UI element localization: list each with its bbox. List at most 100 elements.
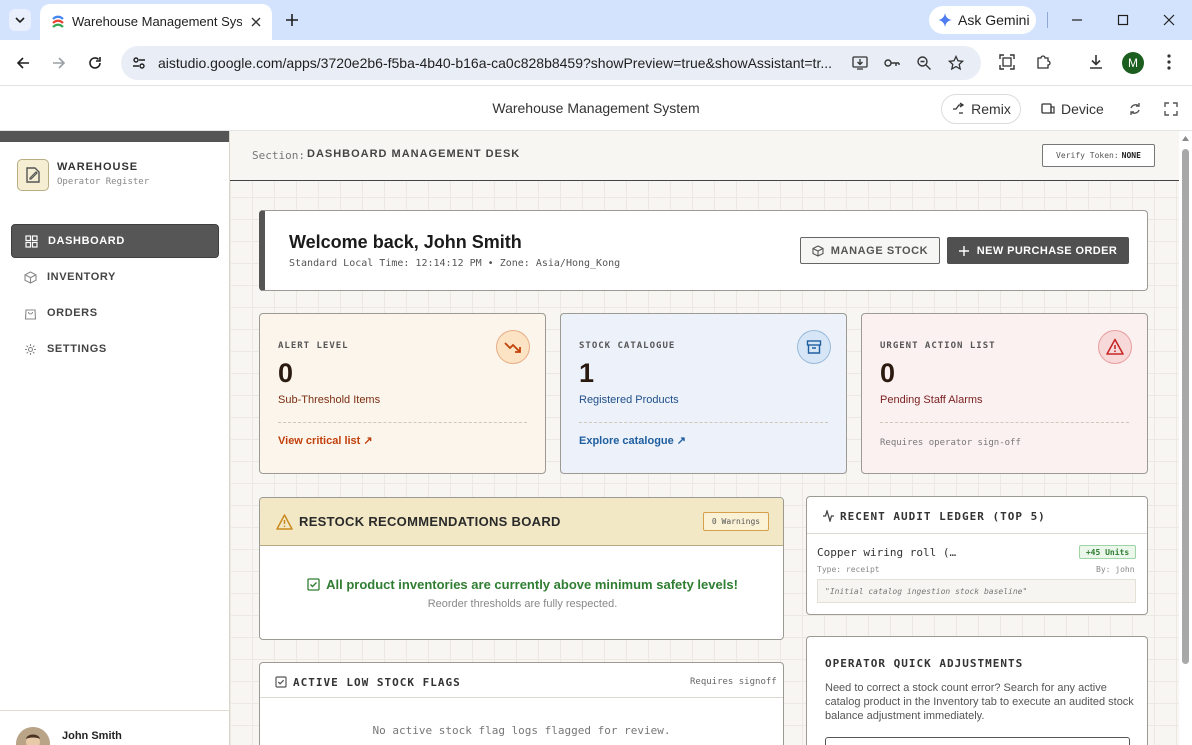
section-label: Section: [252,149,305,162]
install-app-icon[interactable] [851,54,869,72]
section-bar: Section: DASHBOARD MANAGEMENT DESK Verif… [230,131,1179,181]
audit-divider [807,533,1147,534]
sidebar-item-inventory[interactable]: INVENTORY [11,260,219,294]
verify-token-value: NONE [1121,151,1141,160]
stat-description: Sub-Threshold Items [278,394,381,406]
verify-token-badge: Verify Token: NONE [1042,144,1155,167]
sidebar-item-orders[interactable]: ORDERS [11,296,219,330]
gear-icon [25,343,36,355]
device-button[interactable]: Device [1041,94,1111,124]
site-settings-icon[interactable] [131,55,147,71]
sidebar-item-settings[interactable]: SETTINGS [11,332,219,366]
stat-divider [579,422,828,423]
close-icon [251,17,261,27]
recent-audit-ledger-panel: RECENT AUDIT LEDGER (TOP 5) Copper wirin… [806,496,1148,615]
refresh-icon[interactable] [1127,101,1143,117]
stat-value: 0 [880,358,896,388]
sidebar-item-label: INVENTORY [47,271,116,283]
stat-value: 1 [579,358,595,388]
device-label: Device [1061,101,1104,117]
arrow-right-icon [53,57,66,69]
new-purchase-order-button[interactable]: NEW PURCHASE ORDER [947,237,1129,264]
verify-token-label: Verify Token: [1056,151,1119,160]
plus-icon [958,245,969,256]
box-icon [812,244,824,257]
stat-label: URGENT ACTION LIST [880,341,996,351]
back-button[interactable] [11,51,35,75]
view-critical-list-link[interactable]: View critical list ↗ [278,434,373,447]
browser-tab[interactable]: Warehouse Management System [40,4,272,40]
forward-button[interactable] [47,51,71,75]
arrow-left-icon [16,57,29,69]
scroll-up-arrow-icon[interactable] [1182,136,1189,141]
welcome-title: Welcome back, John Smith [289,232,522,252]
password-key-icon[interactable] [883,54,901,72]
stat-divider [880,422,1129,423]
browser-toolbar: aistudio.google.com/apps/3720e2b6-f5ba-4… [0,40,1192,86]
reload-button[interactable] [83,51,107,75]
browser-menu-icon[interactable] [1158,51,1180,73]
scrollbar-thumb[interactable] [1182,149,1189,664]
tab-search-button[interactable] [9,9,31,31]
bookmark-star-icon[interactable] [947,54,965,72]
screenshot-icon[interactable] [996,51,1018,73]
stat-value: 0 [278,358,294,388]
manage-stock-button[interactable]: MANAGE STOCK [800,237,940,264]
new-tab-button[interactable] [281,9,303,31]
sidebar: WAREHOUSE Operator Register DASHBOARD IN… [0,131,230,745]
ai-studio-favicon-icon [51,15,65,29]
warnings-badge: 0 Warnings [703,512,769,531]
stat-label: ALERT LEVEL [278,341,349,351]
box-icon [24,270,37,284]
check-square-icon [307,578,320,591]
zoom-icon[interactable] [915,54,933,72]
app-frame: WAREHOUSE Operator Register DASHBOARD IN… [0,131,1179,745]
minimize-icon [1072,19,1082,21]
stat-card-stock-catalogue: STOCK CATALOGUE 1 Registered Products Ex… [560,313,847,474]
address-bar[interactable]: aistudio.google.com/apps/3720e2b6-f5ba-4… [121,46,981,80]
restock-recommendations-board: RESTOCK RECOMMENDATIONS BOARD 0 Warnings… [259,497,784,640]
extensions-icon[interactable] [1032,51,1054,73]
close-icon [1163,14,1175,26]
welcome-card: Welcome back, John Smith Standard Local … [259,210,1148,291]
ask-gemini-label: Ask Gemini [958,12,1030,28]
stat-description: Registered Products [579,394,679,406]
plus-icon [286,14,298,26]
welcome-subtitle: Standard Local Time: 12:14:12 PM • Zone:… [289,258,621,269]
sidebar-item-label: ORDERS [47,307,98,319]
window-close-button[interactable] [1158,9,1180,31]
audit-entry-author: By: john [1096,565,1135,574]
explore-catalogue-link[interactable]: Explore catalogue ↗ [579,434,686,447]
maximize-button[interactable] [1112,9,1134,31]
check-square-icon [275,676,287,688]
tab-title: Warehouse Management System [72,14,242,29]
fullscreen-icon[interactable] [1163,101,1179,117]
maximize-icon [1117,14,1129,26]
main-content: Section: DASHBOARD MANAGEMENT DESK Verif… [230,131,1179,745]
url-text: aistudio.google.com/apps/3720e2b6-f5ba-4… [158,55,833,71]
reload-icon [89,57,101,69]
downloads-icon[interactable] [1085,51,1107,73]
profile-initial: M [1128,56,1138,70]
sidebar-item-label: DASHBOARD [48,235,125,247]
restock-sub-message: Reorder thresholds are fully respected. [427,598,618,610]
tab-close-button[interactable] [246,12,266,32]
restock-ok-message: All product inventories are currently ab… [260,577,783,592]
user-profile-bar[interactable]: John Smith [0,710,229,745]
remix-button[interactable]: Remix [941,94,1021,124]
audit-entry-note: "Initial catalog ingestion stock baselin… [817,579,1136,603]
profile-avatar[interactable]: M [1122,52,1144,74]
sidebar-item-label: SETTINGS [47,343,107,355]
quick-adjust-search-input[interactable] [825,737,1130,745]
brand-name: WAREHOUSE [57,161,139,173]
sidebar-top-strip [0,131,229,142]
remix-icon [953,102,965,114]
browser-tab-strip: Warehouse Management System Ask Gemini [0,0,1192,40]
page-scrollbar[interactable] [1179,131,1192,745]
stat-description: Pending Staff Alarms [880,394,983,406]
ask-gemini-button[interactable]: Ask Gemini [929,6,1036,34]
flags-empty-message: No active stock flag logs flagged for re… [372,724,671,737]
minimize-button[interactable] [1066,9,1088,31]
sidebar-item-dashboard[interactable]: DASHBOARD [11,224,219,258]
toolbar-separator [1047,12,1048,28]
